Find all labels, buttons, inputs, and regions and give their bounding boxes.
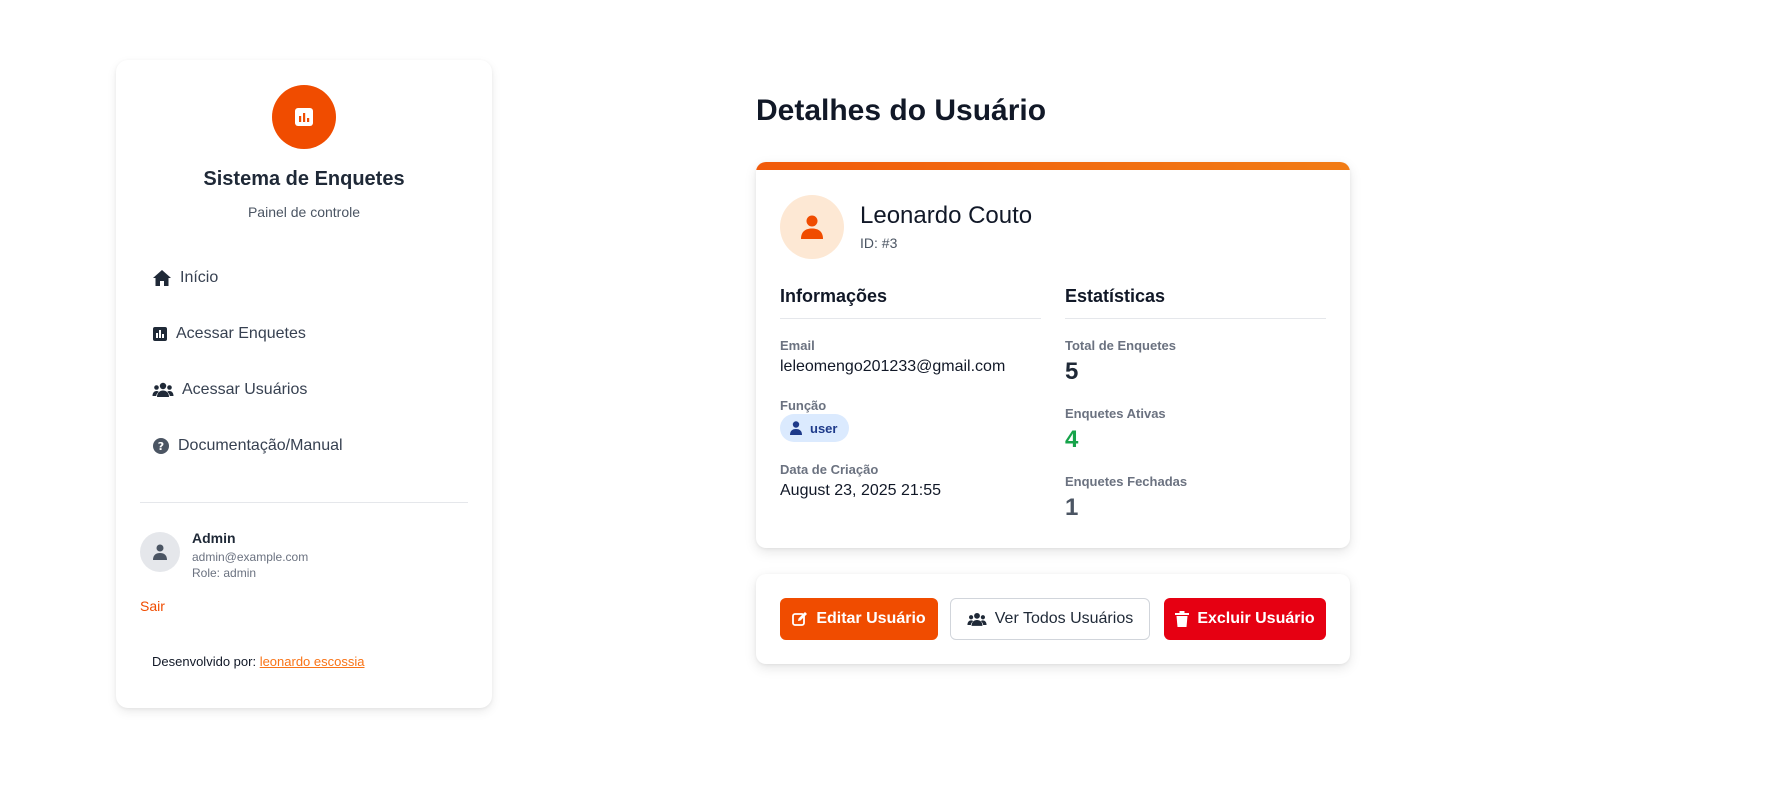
trash-icon	[1175, 611, 1190, 627]
closed-polls-value: 1	[1065, 494, 1079, 521]
role-label: Função	[780, 398, 827, 413]
info-section-divider	[780, 318, 1041, 319]
user-icon	[153, 544, 167, 560]
delete-user-button[interactable]: Excluir Usuário	[1164, 598, 1326, 640]
nav-item-docs[interactable]: ? Documentação/Manual	[152, 426, 343, 466]
total-polls-label: Total de Enquetes	[1065, 338, 1176, 353]
edit-icon	[792, 612, 808, 626]
view-all-users-button[interactable]: Ver Todos Usuários	[950, 598, 1150, 640]
avatar	[140, 532, 180, 572]
delete-user-label: Excluir Usuário	[1197, 610, 1315, 627]
email-label: Email	[780, 338, 815, 353]
created-value: August 23, 2025 21:55	[780, 482, 942, 499]
user-name: Leonardo Couto	[860, 202, 1033, 229]
app-logo	[272, 85, 336, 149]
edit-user-label: Editar Usuário	[816, 610, 926, 627]
sidebar: Sistema de Enquetes Painel de controle I…	[116, 60, 492, 708]
nav-item-polls-label: Acessar Enquetes	[176, 325, 306, 342]
total-polls-value: 5	[1065, 358, 1079, 385]
page-title: Detalhes do Usuário	[756, 94, 1047, 127]
chart-square-icon	[153, 327, 167, 341]
app-title: Sistema de Enquetes	[203, 168, 405, 190]
user-id: ID: #3	[860, 235, 898, 251]
logout-link[interactable]: Sair	[140, 598, 165, 614]
developer-link[interactable]: leonardo escossia	[260, 654, 365, 669]
user-icon	[801, 215, 823, 239]
developer-credit: Desenvolvido por: leonardo escossia	[152, 654, 364, 669]
active-polls-value: 4	[1065, 426, 1079, 453]
created-label: Data de Criação	[780, 462, 879, 477]
chart-square-icon	[295, 108, 313, 126]
nav-item-docs-label: Documentação/Manual	[178, 437, 343, 454]
user-avatar	[780, 195, 844, 259]
role-badge-label: user	[810, 420, 838, 436]
current-user-email: admin@example.com	[192, 550, 309, 564]
current-user-role: Role: admin	[192, 566, 257, 580]
nav-item-users-label: Acessar Usuários	[182, 381, 308, 398]
stats-section-divider	[1065, 318, 1326, 319]
svg-text:?: ?	[158, 440, 164, 453]
nav-item-users[interactable]: Acessar Usuários	[152, 370, 307, 410]
app-subtitle: Painel de controle	[247, 204, 361, 220]
info-section-title: Informações	[780, 286, 888, 306]
email-value: leleomengo201233@gmail.com	[780, 358, 1006, 375]
edit-user-button[interactable]: Editar Usuário	[780, 598, 938, 640]
closed-polls-label: Enquetes Fechadas	[1065, 474, 1188, 489]
sidebar-divider	[140, 502, 468, 503]
stats-section-title: Estatísticas	[1065, 286, 1166, 306]
actions-card: Editar Usuário Ver Todos Usuários Exclui…	[756, 574, 1350, 664]
question-circle-icon: ?	[153, 438, 169, 454]
nav-item-home[interactable]: Início	[152, 258, 218, 298]
developer-credit-prefix: Desenvolvido por:	[152, 654, 257, 669]
user-icon	[790, 421, 802, 435]
user-details-card: Leonardo Couto ID: #3 Informações Email …	[756, 162, 1350, 548]
current-user-name: Admin	[192, 530, 236, 546]
role-badge: user	[780, 414, 850, 442]
nav-item-home-label: Início	[180, 269, 219, 286]
card-accent-bar	[756, 162, 1350, 170]
home-icon	[153, 270, 171, 286]
view-all-users-label: Ver Todos Usuários	[994, 610, 1134, 627]
active-polls-label: Enquetes Ativas	[1065, 406, 1166, 421]
users-icon	[152, 382, 174, 397]
users-icon	[967, 612, 987, 626]
nav-item-polls[interactable]: Acessar Enquetes	[152, 314, 306, 354]
